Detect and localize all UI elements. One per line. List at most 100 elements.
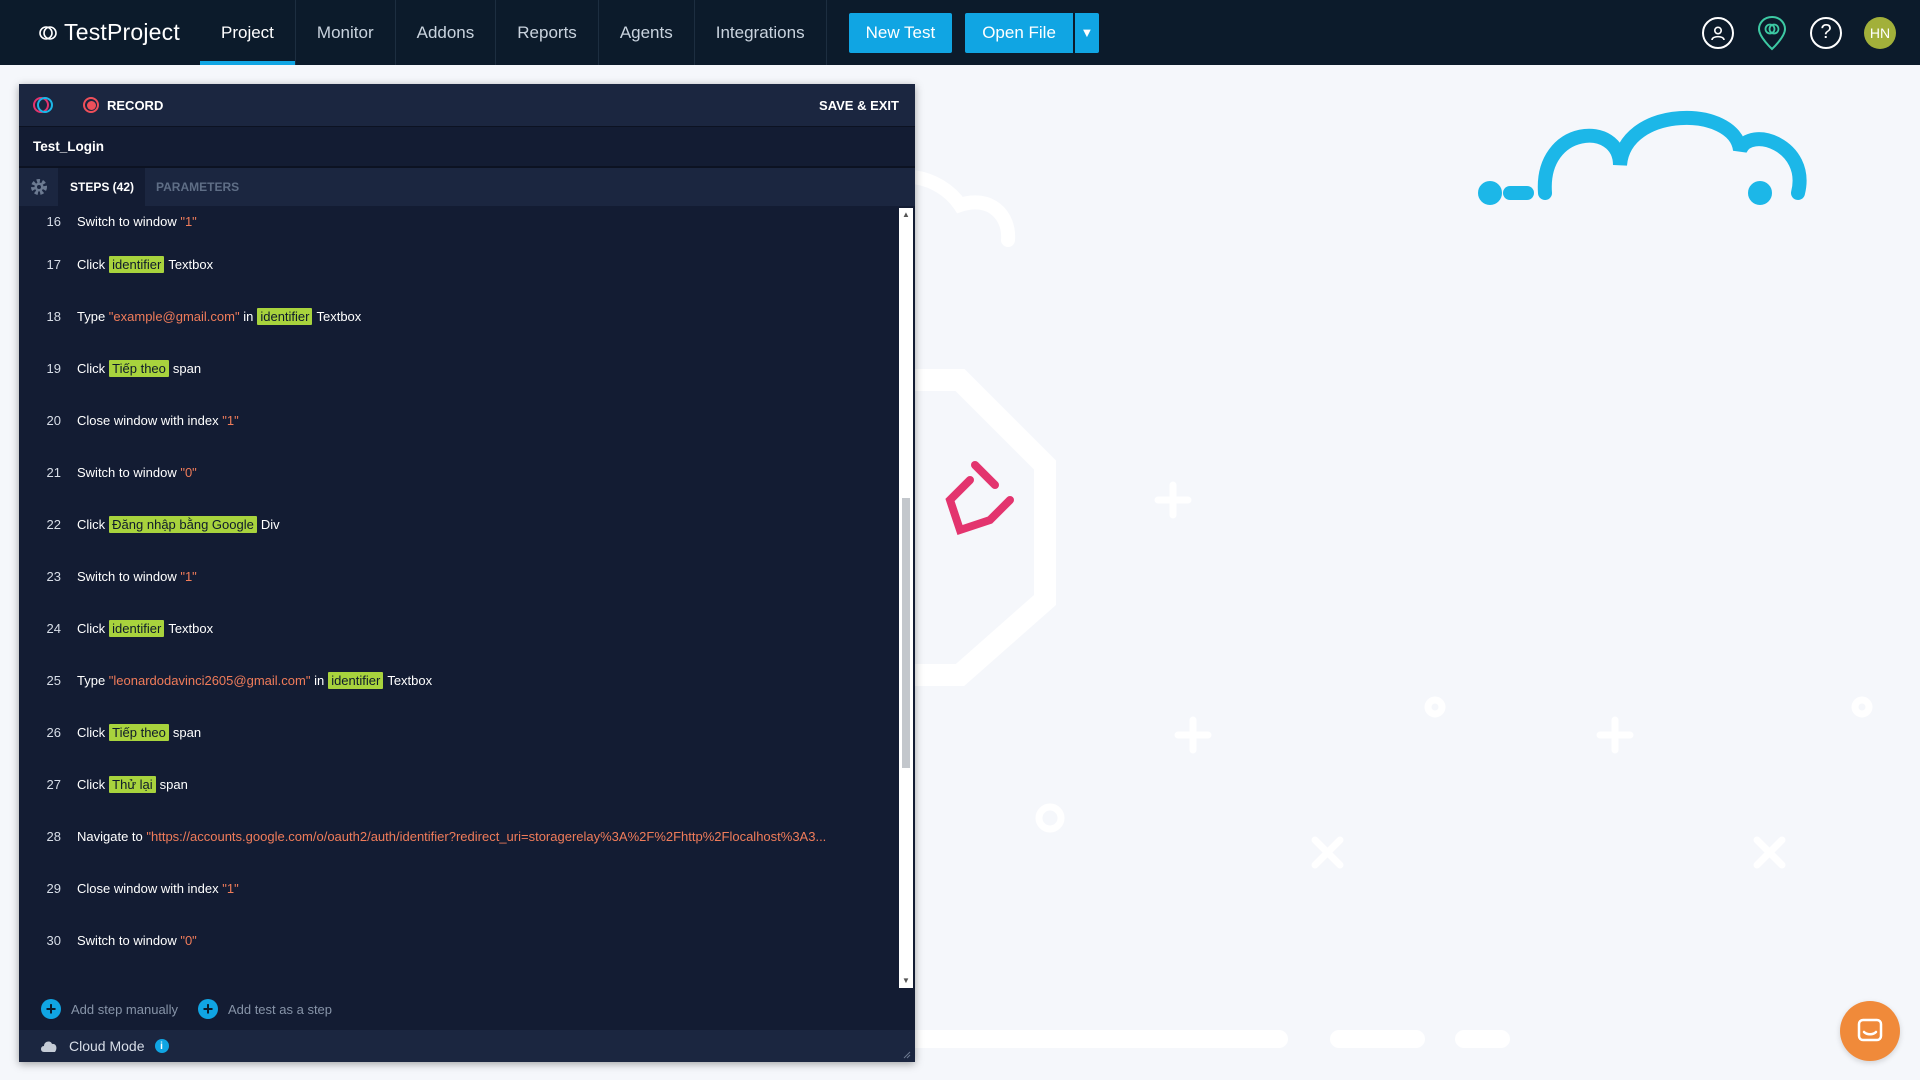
step-row[interactable]: 30 Switch to window "0" [19, 914, 895, 966]
step-text: Click [77, 360, 106, 376]
element-tag: identifier [109, 619, 165, 637]
element-tag: identifier [328, 671, 384, 689]
plus-icon: + [197, 999, 218, 1019]
cloud-outline-white [900, 170, 1016, 247]
brand-name: TestProject [64, 19, 180, 45]
settings-tab[interactable] [19, 168, 59, 206]
add-test-as-step-button[interactable]: + Add test as a step [197, 999, 332, 1019]
test-name[interactable]: Test_Login [19, 127, 915, 168]
step-row[interactable]: 27 Click Thử lại span [19, 758, 895, 810]
step-row[interactable]: 17 Click identifier Textbox [19, 238, 895, 290]
step-value: "0" [180, 464, 197, 480]
step-description: Switch to window "0" [77, 465, 197, 480]
step-description: Switch to window "1" [77, 569, 197, 584]
nav-item-integrations[interactable]: Integrations [695, 0, 827, 65]
step-number: 27 [46, 776, 61, 792]
element-tag: identifier [257, 307, 313, 325]
step-text: Textbox [168, 620, 214, 636]
step-description: Switch to window "0" [77, 933, 197, 948]
step-value: "1" [222, 880, 239, 896]
step-number: 30 [46, 932, 61, 948]
account-icon[interactable] [1702, 16, 1734, 49]
open-file-dropdown-caret[interactable]: ▼ [1074, 12, 1099, 53]
recorder-panel: RECORD SAVE & EXIT Test_Login STEPS (42)… [19, 84, 915, 1062]
top-navigation-bar: TestProject Project Monitor Addons Repor… [0, 0, 1920, 65]
step-row[interactable]: 19 Click Tiếp theo span [19, 342, 895, 394]
step-row[interactable]: 26 Click Tiếp theo span [19, 706, 895, 758]
step-row[interactable]: 21 Switch to window "0" [19, 446, 895, 498]
tab-parameters[interactable]: PARAMETERS [145, 168, 250, 206]
step-text: in [239, 308, 254, 324]
support-chat-button[interactable] [1840, 1001, 1900, 1061]
step-value: "leonardodavinci2605@gmail.com" [108, 672, 311, 688]
step-text: Click [77, 620, 106, 636]
step-number: 26 [46, 724, 61, 740]
save-exit-button[interactable]: SAVE & EXIT [819, 98, 899, 113]
avatar[interactable]: HN [1864, 16, 1896, 49]
step-text: Type [77, 308, 109, 324]
brand-logo[interactable]: TestProject [0, 0, 200, 65]
recorder-header: RECORD SAVE & EXIT [19, 84, 915, 127]
help-icon[interactable]: ? [1810, 16, 1842, 49]
step-text: Click [77, 256, 106, 272]
step-text: Switch to window [77, 568, 181, 584]
main-nav: Project Monitor Addons Reports Agents In… [200, 0, 827, 65]
scroll-up-icon[interactable]: ▲ [899, 208, 913, 222]
step-description: Click Đăng nhập bằng Google Div [77, 515, 280, 533]
step-row[interactable]: 23 Switch to window "1" [19, 550, 895, 602]
scrollbar-thumb[interactable] [902, 498, 910, 768]
location-pin-icon[interactable] [1756, 15, 1788, 51]
element-tag: Tiếp theo [109, 723, 169, 741]
testproject-logo-icon [39, 25, 57, 40]
step-row[interactable]: 24 Click identifier Textbox [19, 602, 895, 654]
step-row[interactable]: 20 Close window with index "1" [19, 394, 895, 446]
nav-item-monitor[interactable]: Monitor [296, 0, 396, 65]
step-text: Textbox [387, 672, 433, 688]
scroll-down-icon[interactable]: ▼ [899, 974, 913, 988]
step-description: Type "leonardodavinci2605@gmail.com" in i… [77, 671, 433, 689]
nav-item-reports[interactable]: Reports [496, 0, 599, 65]
step-row[interactable]: 22 Click Đăng nhập bằng Google Div [19, 498, 895, 550]
step-text: Close window with index [77, 412, 223, 428]
step-row[interactable]: 29 Close window with index "1" [19, 862, 895, 914]
step-value: "https://accounts.google.com/o/oauth2/au… [146, 828, 827, 844]
nav-item-project[interactable]: Project [200, 0, 296, 65]
nav-item-addons[interactable]: Addons [396, 0, 497, 65]
step-value: "example@gmail.com" [108, 308, 240, 324]
tab-steps[interactable]: STEPS (42) [59, 168, 146, 206]
step-value: "0" [180, 932, 197, 948]
step-description: Type "example@gmail.com" in identifier Tex… [77, 307, 361, 325]
step-row[interactable]: 18 Type "example@gmail.com" in identifier T… [19, 290, 895, 342]
step-row[interactable]: 25 Type "leonardodavinci2605@gmail.com" i… [19, 654, 895, 706]
element-tag: identifier [109, 255, 165, 273]
step-description: Switch to window "1" [77, 214, 197, 229]
chat-icon [1857, 1018, 1883, 1042]
add-step-label: Add step manually [71, 1001, 178, 1017]
step-text: Click [77, 516, 106, 532]
new-test-button[interactable]: New Test [848, 12, 953, 53]
cloud-mode-bar: Cloud Mode i [19, 1030, 915, 1062]
step-description: Close window with index "1" [77, 881, 239, 896]
step-description: Navigate to "https://accounts.google.com… [77, 829, 826, 844]
steps-scrollbar[interactable]: ▲ ▼ [899, 208, 913, 988]
step-text: Textbox [168, 256, 214, 272]
cloud-outline-blue [1478, 110, 1807, 205]
step-row[interactable]: 28 Navigate to "https://accounts.google.c… [19, 810, 895, 862]
step-description: Click identifier Textbox [77, 619, 214, 637]
record-button[interactable]: RECORD [83, 97, 163, 113]
add-step-manually-button[interactable]: + Add step manually [41, 999, 178, 1019]
steps-list: 16 Switch to window "1" 17 Click identifier T… [19, 208, 895, 988]
step-row[interactable]: 16 Switch to window "1" [19, 208, 895, 238]
step-text: span [172, 724, 202, 740]
step-text: span [159, 776, 188, 792]
step-text: span [172, 360, 202, 376]
step-text: Switch to window [77, 932, 181, 948]
resize-handle-icon[interactable] [901, 1049, 911, 1059]
info-icon[interactable]: i [154, 1039, 169, 1053]
step-text: Close window with index [77, 880, 223, 896]
nav-item-agents[interactable]: Agents [599, 0, 695, 65]
step-description: Click Thử lại span [77, 775, 188, 793]
open-file-button[interactable]: Open File [965, 12, 1073, 53]
step-text: Type [77, 672, 109, 688]
gear-icon [30, 179, 47, 195]
